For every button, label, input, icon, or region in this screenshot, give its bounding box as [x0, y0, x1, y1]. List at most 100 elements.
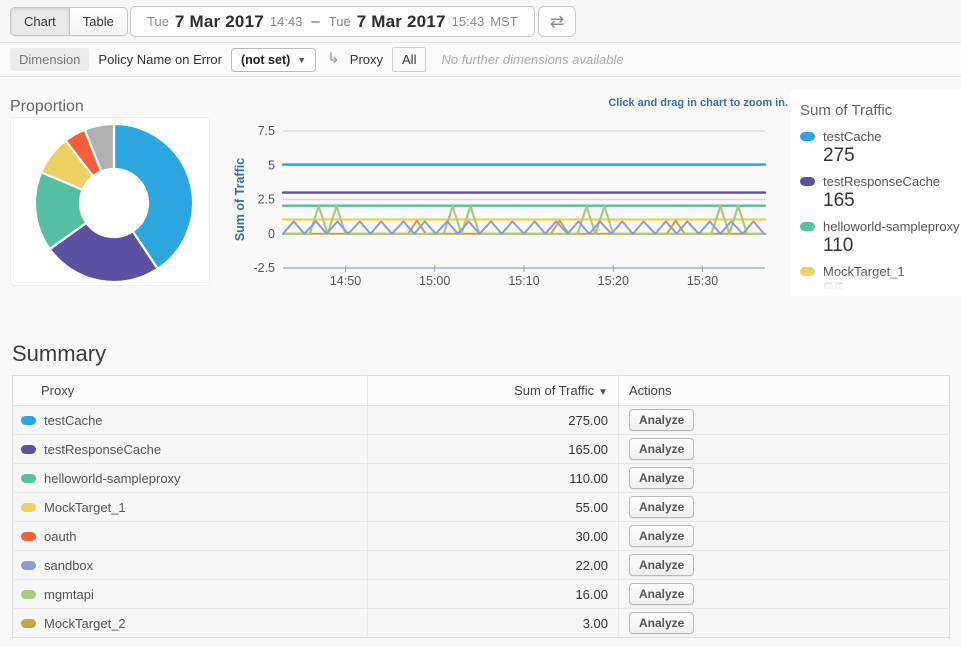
- x-tick-label: 15:20: [598, 274, 629, 288]
- series-name: MockTarget_1: [823, 264, 905, 279]
- table-row: MockTarget_2 3.00 Analyze: [13, 609, 950, 638]
- legend-title: Sum of Traffic: [800, 102, 961, 119]
- y-tick-label: 5: [268, 158, 275, 172]
- view-toggle: Chart Table: [10, 7, 128, 36]
- y-tick-label: 0: [268, 227, 275, 241]
- start-time: 14:43: [270, 14, 303, 29]
- table-row: testResponseCache 165.00 Analyze: [13, 435, 950, 464]
- legend-item[interactable]: helloworld-sampleproxy 110: [800, 219, 961, 257]
- date-range-picker[interactable]: Tue 7 Mar 2017 14:43 – Tue 7 Mar 2017 15…: [130, 6, 535, 37]
- x-tick-label: 15:00: [419, 274, 450, 288]
- series-color-swatch: [21, 416, 36, 425]
- analyze-button[interactable]: Analyze: [629, 409, 694, 431]
- zoom-hint: Click and drag in chart to zoom in.: [520, 97, 788, 109]
- series-color-swatch: [800, 267, 815, 276]
- start-date: 7 Mar 2017: [175, 12, 264, 32]
- y-axis-label: Sum of Traffic: [233, 158, 247, 241]
- proxy-name: helloworld-sampleproxy: [44, 471, 181, 486]
- traffic-value: 16.00: [368, 580, 619, 609]
- traffic-value: 165.00: [368, 435, 619, 464]
- proxy-name: sandbox: [44, 558, 93, 573]
- end-date: 7 Mar 2017: [357, 12, 446, 32]
- analyze-button[interactable]: Analyze: [629, 525, 694, 547]
- series-value: 165: [823, 190, 961, 212]
- column-header-proxy[interactable]: Proxy: [13, 376, 368, 406]
- traffic-value: 3.00: [368, 609, 619, 638]
- x-tick-label: 15:10: [508, 274, 539, 288]
- proxy-name: MockTarget_2: [44, 616, 126, 631]
- table-row: MockTarget_1 55.00 Analyze: [13, 493, 950, 522]
- y-tick-label: 7.5: [258, 124, 275, 138]
- dimension-bar: Dimension Policy Name on Error (not set)…: [0, 43, 961, 77]
- series-name: helloworld-sampleproxy: [823, 219, 960, 234]
- dimension-value-dropdown[interactable]: (not set) ▼: [231, 48, 316, 72]
- drilldown-arrow-icon: ↳: [327, 49, 340, 67]
- series-color-swatch: [800, 132, 815, 141]
- proxy-name: testResponseCache: [44, 442, 161, 457]
- refresh-icon: ⇄: [550, 13, 564, 30]
- series-value: 110: [823, 235, 961, 257]
- chevron-down-icon: ▼: [297, 55, 306, 65]
- series-color-swatch: [21, 474, 36, 483]
- proxy-name: oauth: [44, 529, 77, 544]
- y-tick-label: 2.5: [258, 193, 275, 207]
- x-tick-label: 14:50: [330, 274, 361, 288]
- column-header-traffic[interactable]: Sum of Traffic▼: [368, 376, 619, 406]
- end-time: 15:43: [452, 14, 485, 29]
- table-row: testCache 275.00 Analyze: [13, 406, 950, 435]
- summary-title: Summary: [12, 341, 106, 367]
- summary-table: Proxy Sum of Traffic▼ Actions testCache …: [12, 375, 950, 638]
- analyze-button[interactable]: Analyze: [629, 438, 694, 460]
- topbar: Chart Table Tue 7 Mar 2017 14:43 – Tue 7…: [0, 0, 961, 43]
- end-day: Tue: [329, 14, 351, 29]
- proportion-card: [10, 117, 210, 286]
- start-day: Tue: [147, 14, 169, 29]
- table-row: mgmtapi 16.00 Analyze: [13, 580, 950, 609]
- dimension-value: (not set): [241, 53, 290, 67]
- legend-item[interactable]: MockTarget_1 55: [800, 264, 961, 296]
- dimension-name: Policy Name on Error: [98, 52, 222, 67]
- series-line: [283, 221, 765, 233]
- proportion-title: Proportion: [10, 98, 84, 116]
- tab-chart[interactable]: Chart: [11, 8, 69, 35]
- analyze-button[interactable]: Analyze: [629, 496, 694, 518]
- tab-table[interactable]: Table: [69, 8, 127, 35]
- analyze-button[interactable]: Analyze: [629, 554, 694, 576]
- timezone: MST: [490, 14, 517, 29]
- analyze-button[interactable]: Analyze: [629, 583, 694, 605]
- legend-panel: Sum of Traffic testCache 275 testRespons…: [790, 90, 961, 296]
- analyze-button[interactable]: Analyze: [629, 612, 694, 634]
- proxy-label: Proxy: [350, 52, 383, 67]
- series-value: 275: [823, 145, 961, 167]
- series-color-swatch: [800, 222, 815, 231]
- proxy-name: MockTarget_1: [44, 500, 126, 515]
- table-header-row: Proxy Sum of Traffic▼ Actions: [13, 376, 950, 406]
- table-row: helloworld-sampleproxy 110.00 Analyze: [13, 464, 950, 493]
- x-tick-label: 15:30: [687, 274, 718, 288]
- legend-item[interactable]: testCache 275: [800, 129, 961, 167]
- series-color-swatch: [21, 590, 36, 599]
- series-color-swatch: [21, 561, 36, 570]
- series-color-swatch: [21, 532, 36, 541]
- series-color-swatch: [21, 619, 36, 628]
- refresh-button[interactable]: ⇄: [538, 6, 576, 37]
- traffic-line-chart[interactable]: 7.5 5 2.5 0 -2.5 14:50 15:00 15:10 15:20 15:30 Sum…: [230, 120, 775, 295]
- date-separator: –: [308, 13, 322, 30]
- proxy-filter-button[interactable]: All: [392, 47, 426, 72]
- proportion-donut-chart[interactable]: [11, 118, 209, 285]
- series-value: 55: [823, 280, 961, 296]
- series-color-swatch: [21, 445, 36, 454]
- series-name: testCache: [823, 129, 882, 144]
- traffic-value: 275.00: [368, 406, 619, 435]
- legend-item[interactable]: testResponseCache 165: [800, 174, 961, 212]
- column-header-actions: Actions: [619, 376, 950, 406]
- y-tick-label: -2.5: [253, 261, 275, 275]
- dimension-label: Dimension: [10, 48, 89, 71]
- proxy-name: mgmtapi: [44, 587, 94, 602]
- analyze-button[interactable]: Analyze: [629, 467, 694, 489]
- traffic-value: 110.00: [368, 464, 619, 493]
- traffic-value: 30.00: [368, 522, 619, 551]
- traffic-value: 55.00: [368, 493, 619, 522]
- dimensions-note: No further dimensions available: [441, 52, 623, 67]
- table-row: sandbox 22.00 Analyze: [13, 551, 950, 580]
